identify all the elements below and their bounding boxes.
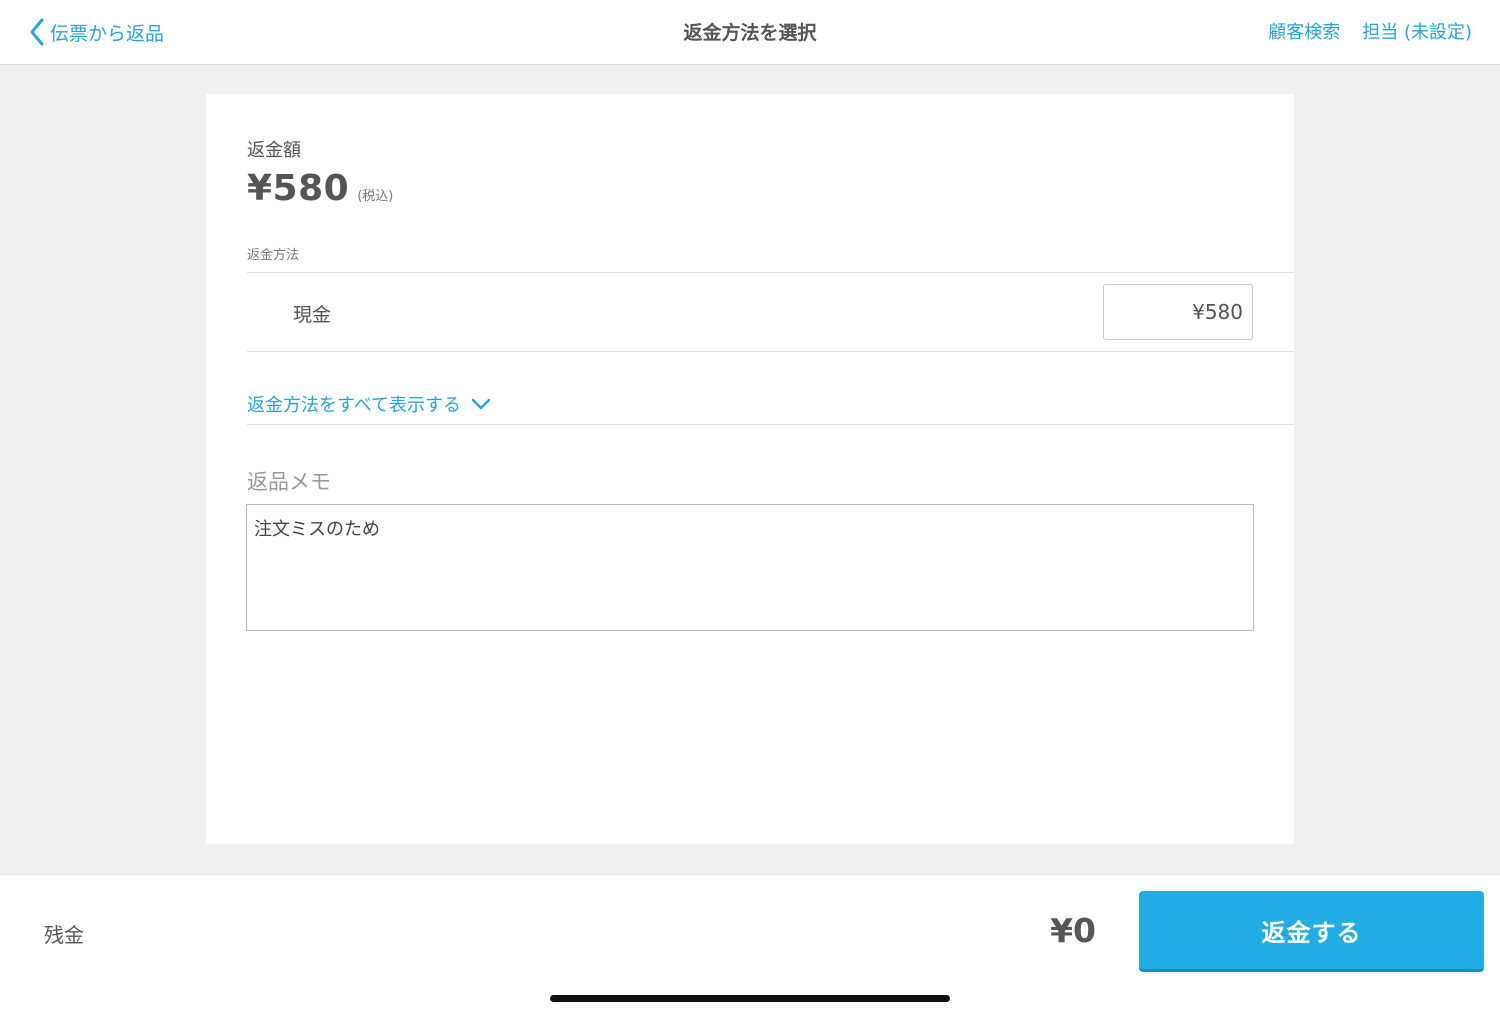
back-button[interactable]: 伝票から返品	[28, 16, 164, 48]
refund-amount-row: ¥580 (税込)	[247, 168, 393, 209]
section-divider	[247, 424, 1294, 425]
footer-bar: 残金 ¥0 返金する	[0, 874, 1500, 1013]
refund-method-section-label: 返金方法	[247, 248, 300, 263]
back-button-label: 伝票から返品	[50, 22, 165, 45]
return-memo-label: 返品メモ	[247, 470, 331, 494]
refund-method-row-cash: 現金	[247, 272, 1294, 352]
refund-amount-value: ¥580	[247, 168, 350, 209]
chevron-left-icon	[30, 18, 44, 46]
chevron-down-icon	[471, 398, 491, 410]
show-all-methods-label: 返金方法をすべて表示する	[247, 395, 462, 416]
refund-button[interactable]: 返金する	[1139, 891, 1484, 972]
customer-search-button[interactable]: 顧客検索	[1268, 18, 1340, 44]
refund-amount-label: 返金額	[247, 140, 301, 161]
staff-select-button[interactable]: 担当 (未設定)	[1362, 18, 1472, 44]
refund-card: 返金額 ¥580 (税込) 返金方法 現金 返金方法をすべて表示する 返品メモ …	[206, 94, 1294, 844]
navbar-actions: 顧客検索 担当 (未設定)	[1268, 18, 1472, 44]
refund-method-name: 現金	[293, 304, 332, 326]
balance-value: ¥0	[1050, 911, 1096, 950]
show-all-methods-button[interactable]: 返金方法をすべて表示する	[247, 391, 491, 417]
home-indicator[interactable]	[550, 995, 950, 1002]
return-memo-textarea[interactable]: 注文ミスのため	[246, 504, 1254, 631]
balance-label: 残金	[44, 923, 84, 947]
cash-amount-input[interactable]	[1103, 284, 1253, 340]
tax-included-note: (税込)	[357, 189, 394, 204]
navigation-bar: 伝票から返品 返金方法を選択 顧客検索 担当 (未設定)	[0, 0, 1500, 65]
